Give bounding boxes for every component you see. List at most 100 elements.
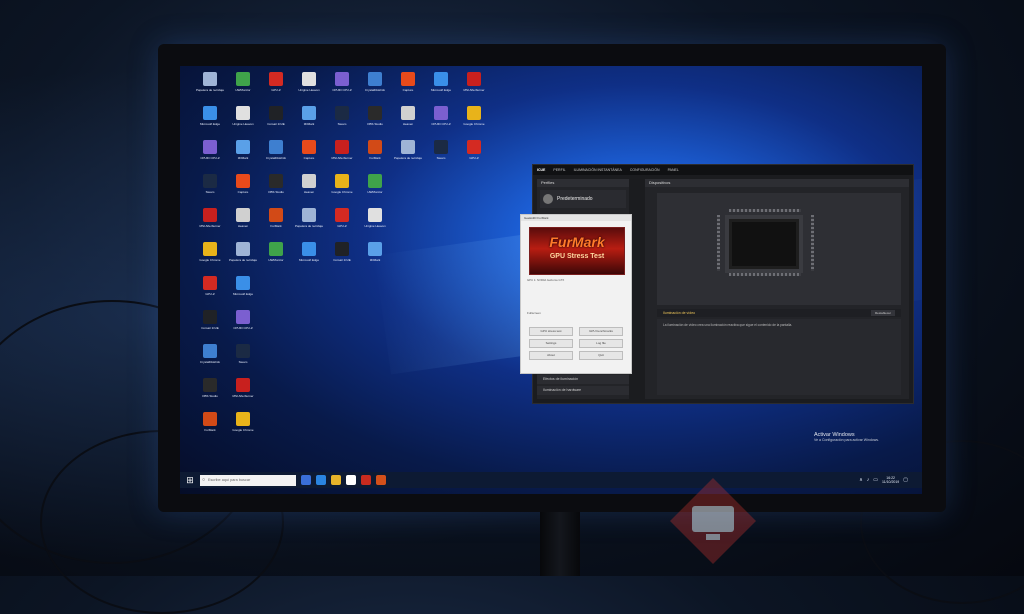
icue-tab[interactable]: Configuración xyxy=(630,168,660,172)
desktop-icon[interactable]: Google Chrome xyxy=(225,412,261,442)
desktop-icon[interactable]: 3DMark xyxy=(357,242,393,272)
desktop-icon[interactable]: OBS Studio xyxy=(258,174,294,204)
desktop-icon[interactable]: Capture xyxy=(390,72,426,102)
section-hardware-lighting[interactable]: Iluminación de hardware xyxy=(537,386,629,395)
desktop-icon[interactable]: Steam xyxy=(192,174,228,204)
task-view-icon[interactable] xyxy=(301,475,311,485)
desktop-icon[interactable]: HWMonitor xyxy=(258,242,294,272)
icue-tab[interactable]: Perfil xyxy=(553,168,565,172)
desktop-icon[interactable]: Capture xyxy=(291,140,327,170)
desktop-icon[interactable]: Microsoft Edge xyxy=(225,276,261,306)
desktop-icon[interactable]: 3DMark xyxy=(291,106,327,136)
desktop-icon[interactable]: Corsair iCUE xyxy=(258,106,294,136)
desktop-icon[interactable]: MSI Afterburner xyxy=(456,72,492,102)
gpu-benchmarks-button[interactable]: GPU benchmarks xyxy=(579,327,623,336)
desktop-icon[interactable]: Heaven xyxy=(390,106,426,136)
desktop-icon[interactable]: OBS Studio xyxy=(192,378,228,408)
desktop-icon[interactable]: Unigine Heaven xyxy=(357,208,393,238)
desktop-icon-label: FurMark xyxy=(270,224,282,228)
desktop-icon[interactable]: Steam xyxy=(324,106,360,136)
clock-date: 11/10/2019 xyxy=(882,480,900,484)
desktop-icon[interactable]: CrystalDiskInfo xyxy=(258,140,294,170)
desktop-icon[interactable]: GPU-Z xyxy=(192,276,228,306)
notifications-icon[interactable]: ▢ xyxy=(903,477,908,483)
desktop-icon[interactable]: Microsoft Edge xyxy=(423,72,459,102)
desktop-icon[interactable]: Steam xyxy=(225,344,261,374)
desktop-icon[interactable]: CrystalDiskInfo xyxy=(357,72,393,102)
desktop-icon[interactable]: GPU-Z xyxy=(324,208,360,238)
desktop-icon-label: Heaven xyxy=(402,122,414,126)
desktop-icon[interactable]: Unigine Heaven xyxy=(291,72,327,102)
desktop-icon[interactable]: Corsair iCUE xyxy=(192,310,228,340)
quit-button[interactable]: Quit xyxy=(579,351,623,360)
icue-tab[interactable]: Panel xyxy=(668,168,679,172)
desktop-icon[interactable]: HWMonitor xyxy=(225,72,261,102)
desktop-icon[interactable]: Heaven xyxy=(291,174,327,204)
desktop-icon-label: Steam xyxy=(205,190,215,194)
profile-item[interactable]: Predeterminado xyxy=(540,190,626,208)
lighting-mode-bar[interactable]: Iluminación de vídeo Restablecer xyxy=(657,309,901,317)
desktop-icon[interactable]: MSI Afterburner xyxy=(192,208,228,238)
furmark-taskbar-icon[interactable] xyxy=(376,475,386,485)
chevron-up-icon[interactable]: ∧ xyxy=(859,477,863,483)
section-lighting-effects[interactable]: Efectos de iluminación xyxy=(537,375,629,384)
app-icon xyxy=(203,140,217,154)
settings-button[interactable]: Settings xyxy=(529,339,573,348)
desktop-icon[interactable]: 3DMark xyxy=(225,140,261,170)
desktop-icon[interactable]: CPUID CPU-Z xyxy=(192,140,228,170)
desktop-icon[interactable]: FurMark xyxy=(357,140,393,170)
desktop-icon[interactable]: FurMark xyxy=(192,412,228,442)
desktop-icon-label: Steam xyxy=(337,122,347,126)
furmark-window[interactable]: Geeks3D FurMark FurMark GPU Stress Test … xyxy=(520,214,632,374)
desktop-icon[interactable]: Microsoft Edge xyxy=(291,242,327,272)
about-button[interactable]: About xyxy=(529,351,573,360)
taskbar-search-input[interactable]: Escribe aquí para buscar xyxy=(200,474,296,486)
store-icon[interactable] xyxy=(346,475,356,485)
desktop-icon[interactable]: MSI Afterburner xyxy=(225,378,261,408)
fullscreen-checkbox[interactable]: Fullscreen xyxy=(527,311,541,315)
icue-tab[interactable]: Iluminación instantánea xyxy=(574,168,622,172)
desktop-icon[interactable]: Capture xyxy=(225,174,261,204)
desktop-icon[interactable]: Google Chrome xyxy=(456,106,492,136)
desktop-icon[interactable]: Papelera de reciclaje xyxy=(192,72,228,102)
desktop-icon[interactable]: CPUID CPU-Z xyxy=(225,310,261,340)
desktop-icon[interactable]: Heaven xyxy=(225,208,261,238)
desktop-icon-label: Heaven xyxy=(303,190,315,194)
desktop-icon-label: 3DMark xyxy=(237,156,249,160)
desktop-icon[interactable]: Papelera de reciclaje xyxy=(390,140,426,170)
monitor-device-graphic[interactable] xyxy=(729,219,799,269)
app-icon xyxy=(269,72,283,86)
log-file-button[interactable]: Log file xyxy=(579,339,623,348)
desktop-icon[interactable]: FurMark xyxy=(258,208,294,238)
desktop-icon[interactable]: Google Chrome xyxy=(192,242,228,272)
desktop-icon[interactable]: Microsoft Edge xyxy=(192,106,228,136)
desktop-icon-label: CPUID CPU-Z xyxy=(233,326,253,330)
file-explorer-icon[interactable] xyxy=(331,475,341,485)
volume-icon[interactable]: ♪ xyxy=(867,477,870,483)
gpu-stress-test-button[interactable]: GPU stress test xyxy=(529,327,573,336)
edge-icon[interactable] xyxy=(316,475,326,485)
desktop-icon[interactable]: GPU-Z xyxy=(456,140,492,170)
network-icon[interactable]: ▭ xyxy=(873,477,878,483)
led-strip-top xyxy=(729,209,801,212)
desktop-icon[interactable]: CPUID CPU-Z xyxy=(324,72,360,102)
reset-button[interactable]: Restablecer xyxy=(870,310,895,316)
desktop-icon[interactable]: CrystalDiskInfo xyxy=(192,344,228,374)
app-icon xyxy=(467,140,481,154)
desktop-icon[interactable]: OBS Studio xyxy=(357,106,393,136)
desktop-icon[interactable]: Steam xyxy=(423,140,459,170)
desktop-icon[interactable]: Google Chrome xyxy=(324,174,360,204)
taskbar-clock[interactable]: 16:22 11/10/2019 xyxy=(882,476,899,484)
app-icon xyxy=(401,72,415,86)
desktop-icon[interactable]: MSI Afterburner xyxy=(324,140,360,170)
desktop-icon[interactable]: Corsair iCUE xyxy=(324,242,360,272)
desktop-icon[interactable]: HWMonitor xyxy=(357,174,393,204)
desktop-icon[interactable]: Papelera de reciclaje xyxy=(291,208,327,238)
desktop-icon[interactable]: GPU-Z xyxy=(258,72,294,102)
desktop-icon[interactable]: CPUID CPU-Z xyxy=(423,106,459,136)
desktop-icon[interactable]: Unigine Heaven xyxy=(225,106,261,136)
furmark-logo: FurMark xyxy=(549,234,605,250)
afterburner-icon[interactable] xyxy=(361,475,371,485)
desktop-icon[interactable]: Papelera de reciclaje xyxy=(225,242,261,272)
windows-start-icon[interactable]: ⊞ xyxy=(184,474,196,486)
